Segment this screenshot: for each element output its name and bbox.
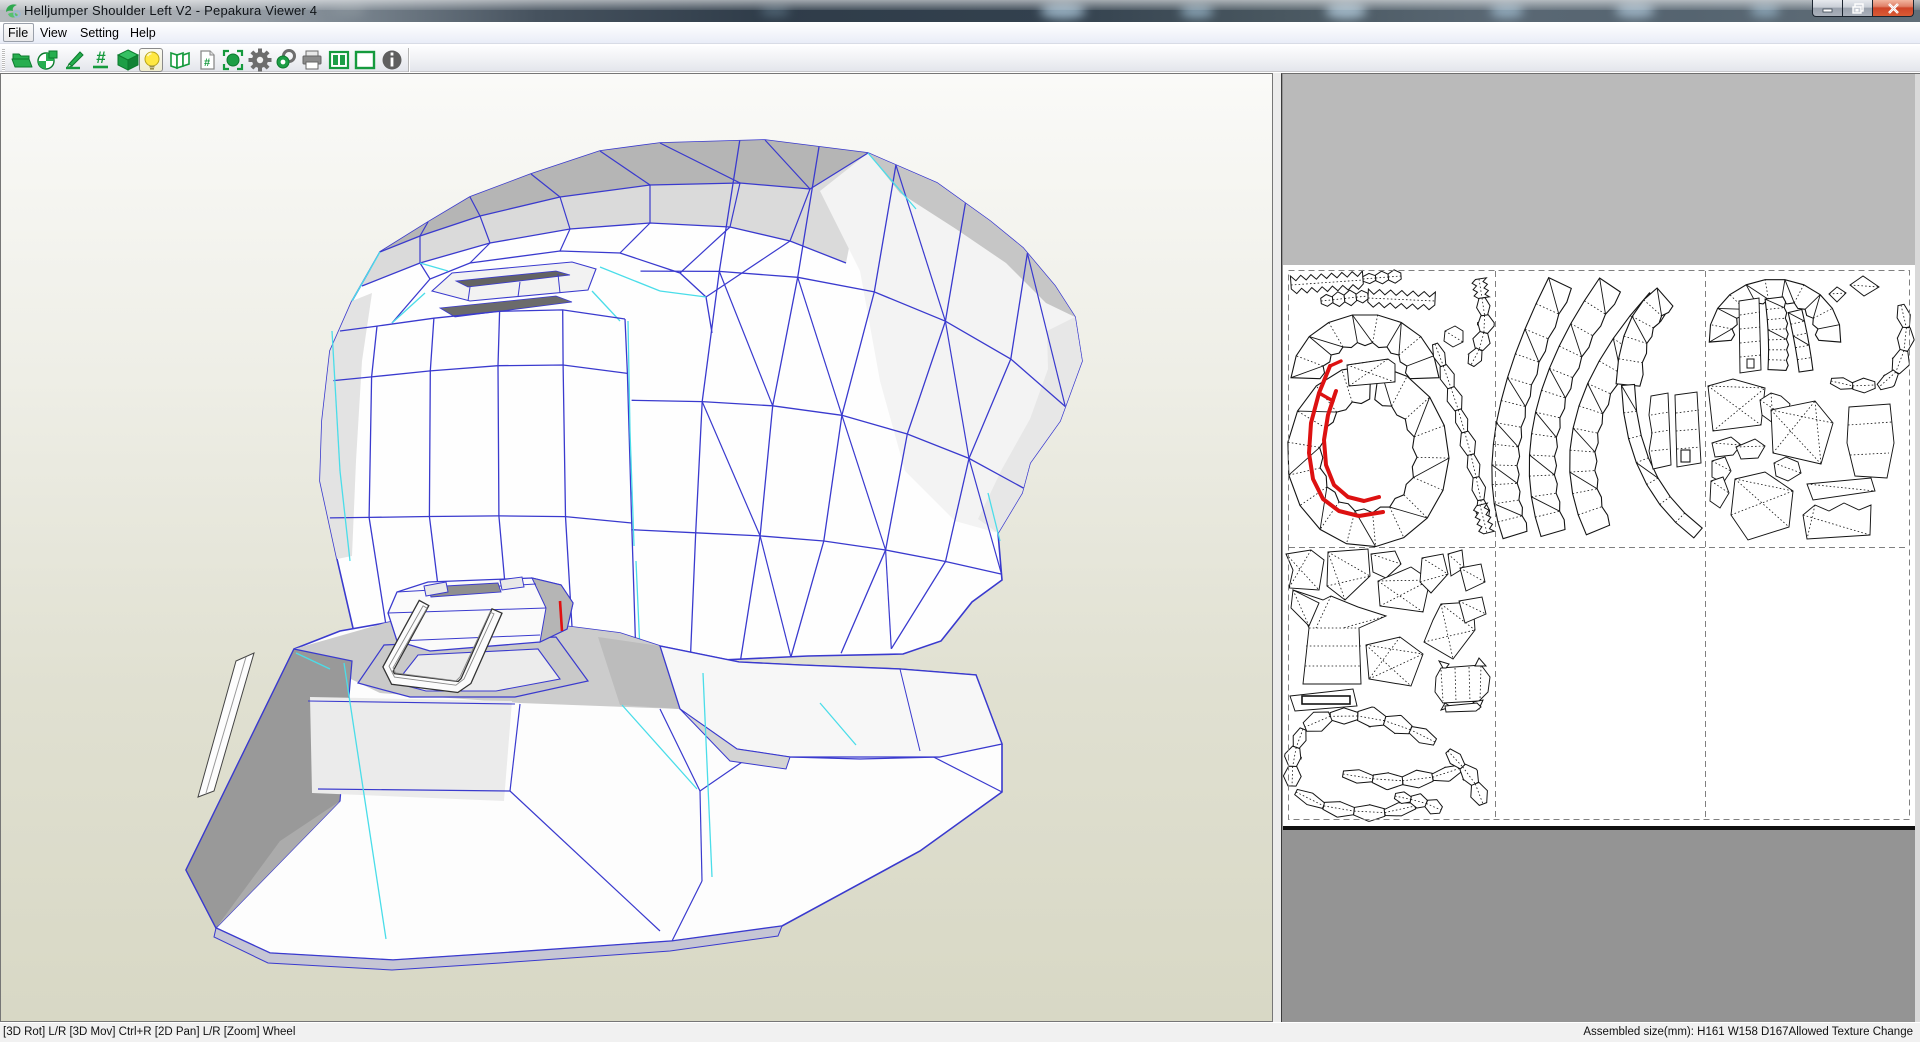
svg-text:#: # <box>96 48 106 67</box>
svg-text:#: # <box>204 57 210 69</box>
